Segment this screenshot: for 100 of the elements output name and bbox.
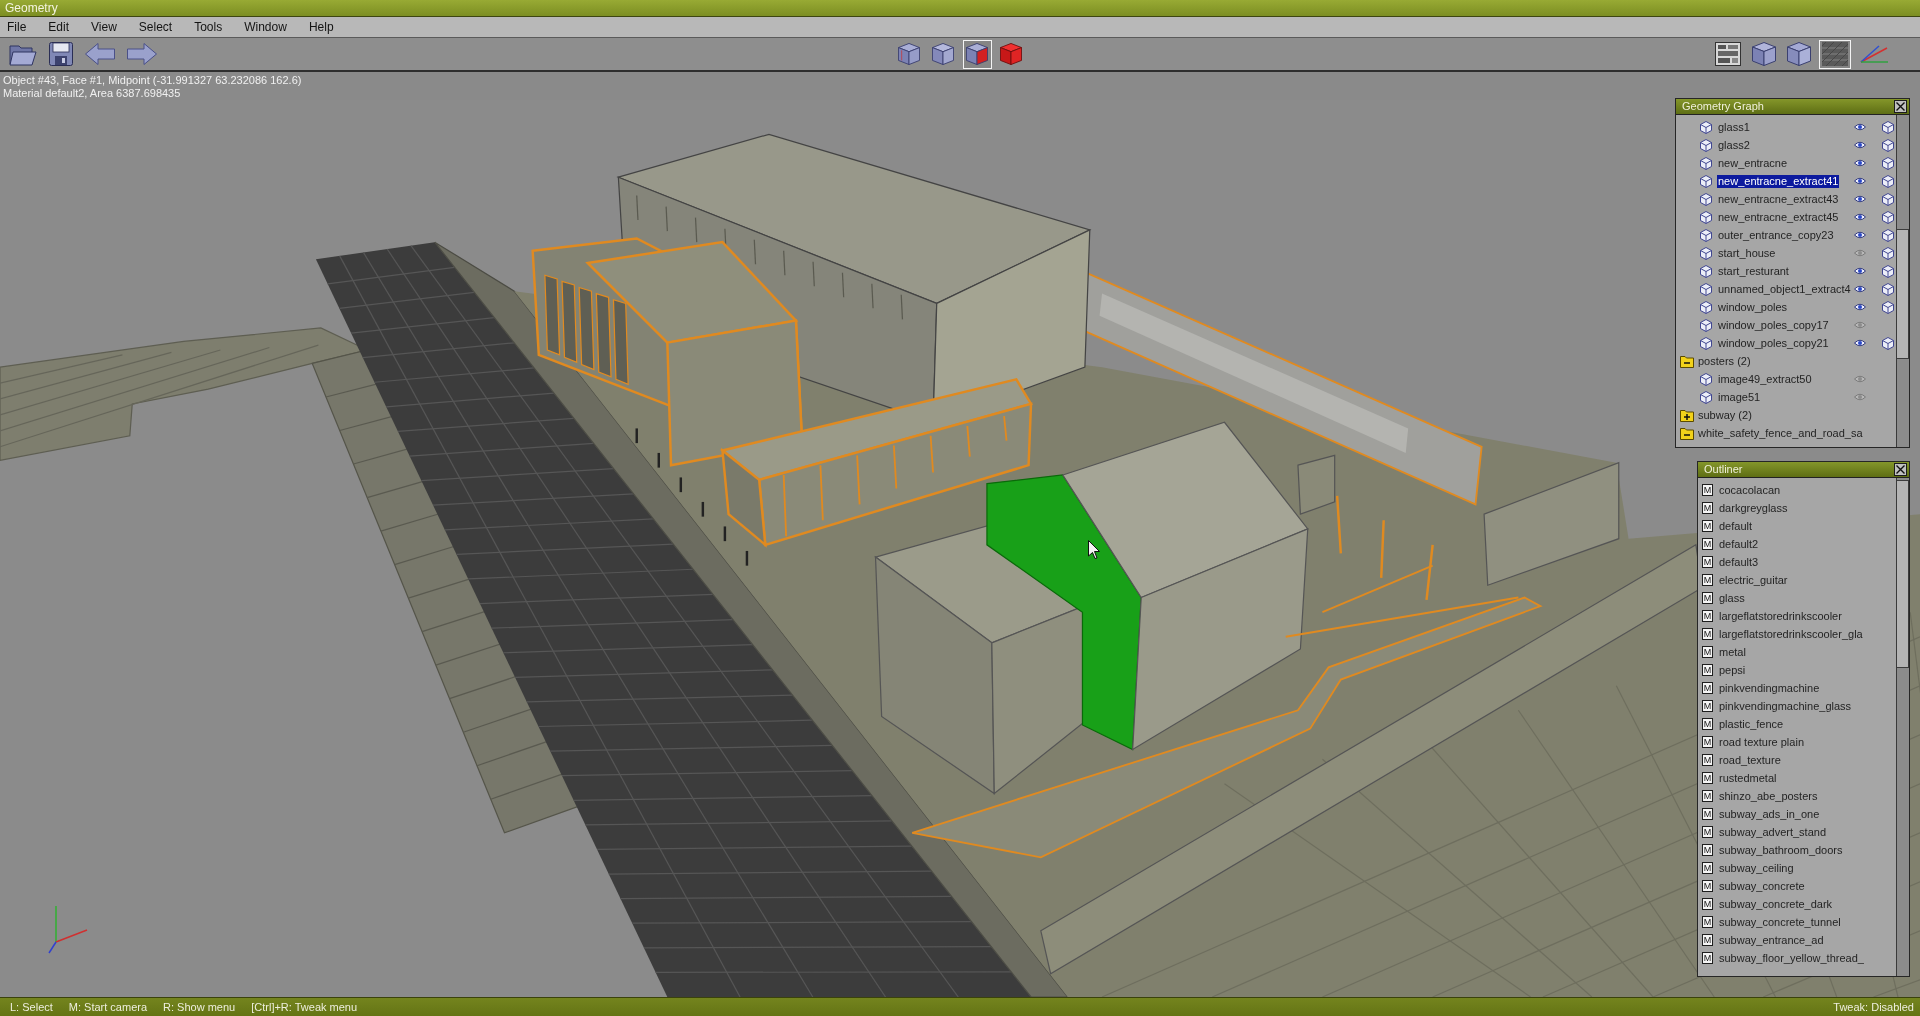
cube-icon[interactable] bbox=[1882, 228, 1894, 242]
material-item[interactable]: plastic_fence bbox=[1718, 717, 1785, 731]
shading-mode-button[interactable] bbox=[962, 39, 992, 69]
group-item[interactable]: subway (2) bbox=[1697, 408, 1753, 422]
cube-icon[interactable] bbox=[1882, 282, 1894, 296]
material-item[interactable]: subway_ads_in_one bbox=[1718, 807, 1821, 821]
material-item[interactable]: glass bbox=[1718, 591, 1746, 605]
folder-icon[interactable] bbox=[1680, 354, 1694, 368]
scrollbar[interactable] bbox=[1896, 115, 1909, 447]
eye-icon[interactable] bbox=[1854, 267, 1866, 275]
object-item[interactable]: new_entracne_extract41 bbox=[1717, 174, 1840, 188]
material-type-tag: M bbox=[1702, 934, 1713, 946]
panel-title: Outliner bbox=[1704, 463, 1743, 476]
cube-icon[interactable] bbox=[1882, 210, 1894, 224]
material-item[interactable]: cocacolacan bbox=[1718, 483, 1782, 497]
material-item[interactable]: largeflatstoredrinkscooler bbox=[1718, 609, 1843, 623]
eye-icon[interactable] bbox=[1854, 123, 1866, 131]
material-item[interactable]: pinkvendingmachine_glass bbox=[1718, 699, 1853, 713]
cube-icon[interactable] bbox=[1882, 156, 1894, 170]
cube-icon[interactable] bbox=[1882, 246, 1894, 260]
material-item[interactable]: road texture plain bbox=[1718, 735, 1805, 749]
menu-item[interactable]: Window bbox=[242, 19, 289, 35]
display-mode-button[interactable] bbox=[1749, 39, 1779, 69]
object-item[interactable]: new_entracne_extract43 bbox=[1717, 192, 1840, 206]
material-item[interactable]: subway_floor_yellow_thread_ bbox=[1718, 951, 1865, 965]
scrollbar[interactable] bbox=[1896, 478, 1909, 976]
object-item[interactable]: glass1 bbox=[1717, 120, 1751, 134]
material-type-tag: M bbox=[1702, 610, 1713, 622]
material-item[interactable]: pepsi bbox=[1718, 663, 1747, 677]
object-item[interactable]: window_poles_copy21 bbox=[1717, 336, 1830, 350]
material-item[interactable]: road_texture bbox=[1718, 753, 1782, 767]
eye-icon[interactable] bbox=[1854, 141, 1866, 149]
group-item[interactable]: posters (2) bbox=[1697, 354, 1752, 368]
material-item[interactable]: shinzo_abe_posters bbox=[1718, 789, 1819, 803]
material-item[interactable]: rustedmetal bbox=[1718, 771, 1778, 785]
eye-icon[interactable] bbox=[1854, 195, 1866, 203]
object-item[interactable]: new_entracne bbox=[1717, 156, 1789, 170]
eye-icon[interactable] bbox=[1854, 159, 1866, 167]
solid-cube-icon bbox=[1000, 43, 1022, 65]
material-item[interactable]: subway_concrete bbox=[1718, 879, 1806, 893]
eye-icon[interactable] bbox=[1854, 231, 1866, 239]
material-item[interactable]: largeflatstoredrinkscooler_gla bbox=[1718, 627, 1864, 641]
material-type-tag: M bbox=[1702, 628, 1713, 640]
object-item[interactable]: new_entracne_extract45 bbox=[1717, 210, 1840, 224]
cube-icon[interactable] bbox=[1882, 174, 1894, 188]
eye-icon[interactable] bbox=[1854, 285, 1866, 293]
object-item[interactable]: glass2 bbox=[1717, 138, 1751, 152]
material-item[interactable]: default bbox=[1718, 519, 1754, 533]
close-button[interactable] bbox=[1894, 100, 1907, 113]
folder-icon[interactable] bbox=[1680, 408, 1694, 422]
close-button[interactable] bbox=[1894, 463, 1907, 476]
menu-item[interactable]: File bbox=[5, 19, 29, 35]
selection-info: Object #43, Face #1, Midpoint (-31.991327 63.232086 162.6) bbox=[3, 74, 302, 87]
material-item[interactable]: pinkvendingmachine bbox=[1718, 681, 1821, 695]
cube-icon[interactable] bbox=[1882, 264, 1894, 278]
eye-icon[interactable] bbox=[1854, 213, 1866, 221]
material-item[interactable]: subway_advert_stand bbox=[1718, 825, 1827, 839]
eye-icon[interactable] bbox=[1854, 177, 1866, 185]
folder-icon[interactable] bbox=[1680, 426, 1694, 440]
material-item[interactable]: subway_concrete_tunnel bbox=[1718, 915, 1842, 929]
object-item[interactable]: start_resturant bbox=[1717, 264, 1790, 278]
eye-icon[interactable] bbox=[1854, 303, 1866, 311]
object-item[interactable]: image51 bbox=[1717, 390, 1762, 404]
material-item[interactable]: subway_bathroom_doors bbox=[1718, 843, 1844, 857]
menu-item[interactable]: View bbox=[89, 19, 119, 35]
material-item[interactable]: subway_entrance_ad bbox=[1718, 933, 1825, 947]
display-mode-button[interactable] bbox=[1712, 39, 1744, 69]
material-item[interactable]: electric_guitar bbox=[1718, 573, 1789, 587]
object-item[interactable]: start_house bbox=[1717, 246, 1777, 260]
material-item[interactable]: subway_ceiling bbox=[1718, 861, 1795, 875]
scrollbar-thumb[interactable] bbox=[1897, 480, 1909, 668]
group-item[interactable]: white_safety_fence_and_road_sa bbox=[1697, 426, 1864, 440]
object-item[interactable]: image49_extract50 bbox=[1717, 372, 1813, 386]
shaded-cube-icon bbox=[932, 43, 954, 65]
object-item[interactable]: outer_entrance_copy23 bbox=[1717, 228, 1835, 242]
material-item[interactable]: subway_concrete_dark bbox=[1718, 897, 1834, 911]
cube-icon[interactable] bbox=[1882, 300, 1894, 314]
menu-item[interactable]: Edit bbox=[46, 19, 72, 35]
eye-icon[interactable] bbox=[1854, 339, 1866, 347]
cube-icon[interactable] bbox=[1882, 192, 1894, 206]
object-item[interactable]: window_poles_copy17 bbox=[1717, 318, 1830, 332]
save-button[interactable] bbox=[46, 39, 76, 69]
menu-item[interactable]: Tools bbox=[192, 19, 225, 35]
menu-item[interactable]: Help bbox=[306, 19, 336, 35]
arrow-right-icon bbox=[127, 43, 157, 65]
cube-icon[interactable] bbox=[1882, 120, 1894, 134]
material-item[interactable]: default2 bbox=[1718, 537, 1760, 551]
display-mode-button[interactable] bbox=[1819, 39, 1851, 69]
object-item[interactable]: unnamed_object1_extract4 bbox=[1717, 282, 1852, 296]
menu-item[interactable]: Select bbox=[136, 19, 175, 35]
material-type-tag: M bbox=[1702, 916, 1713, 928]
cube-icon[interactable] bbox=[1882, 138, 1894, 152]
scrollbar-thumb[interactable] bbox=[1897, 229, 1909, 359]
object-item[interactable]: window_poles bbox=[1717, 300, 1789, 314]
material-item[interactable]: default3 bbox=[1718, 555, 1760, 569]
display-mode-button[interactable] bbox=[1784, 39, 1814, 69]
window-title: Geometry bbox=[5, 1, 58, 15]
cube-icon[interactable] bbox=[1882, 336, 1894, 350]
material-item[interactable]: darkgreyglass bbox=[1718, 501, 1789, 515]
material-item[interactable]: metal bbox=[1718, 645, 1747, 659]
